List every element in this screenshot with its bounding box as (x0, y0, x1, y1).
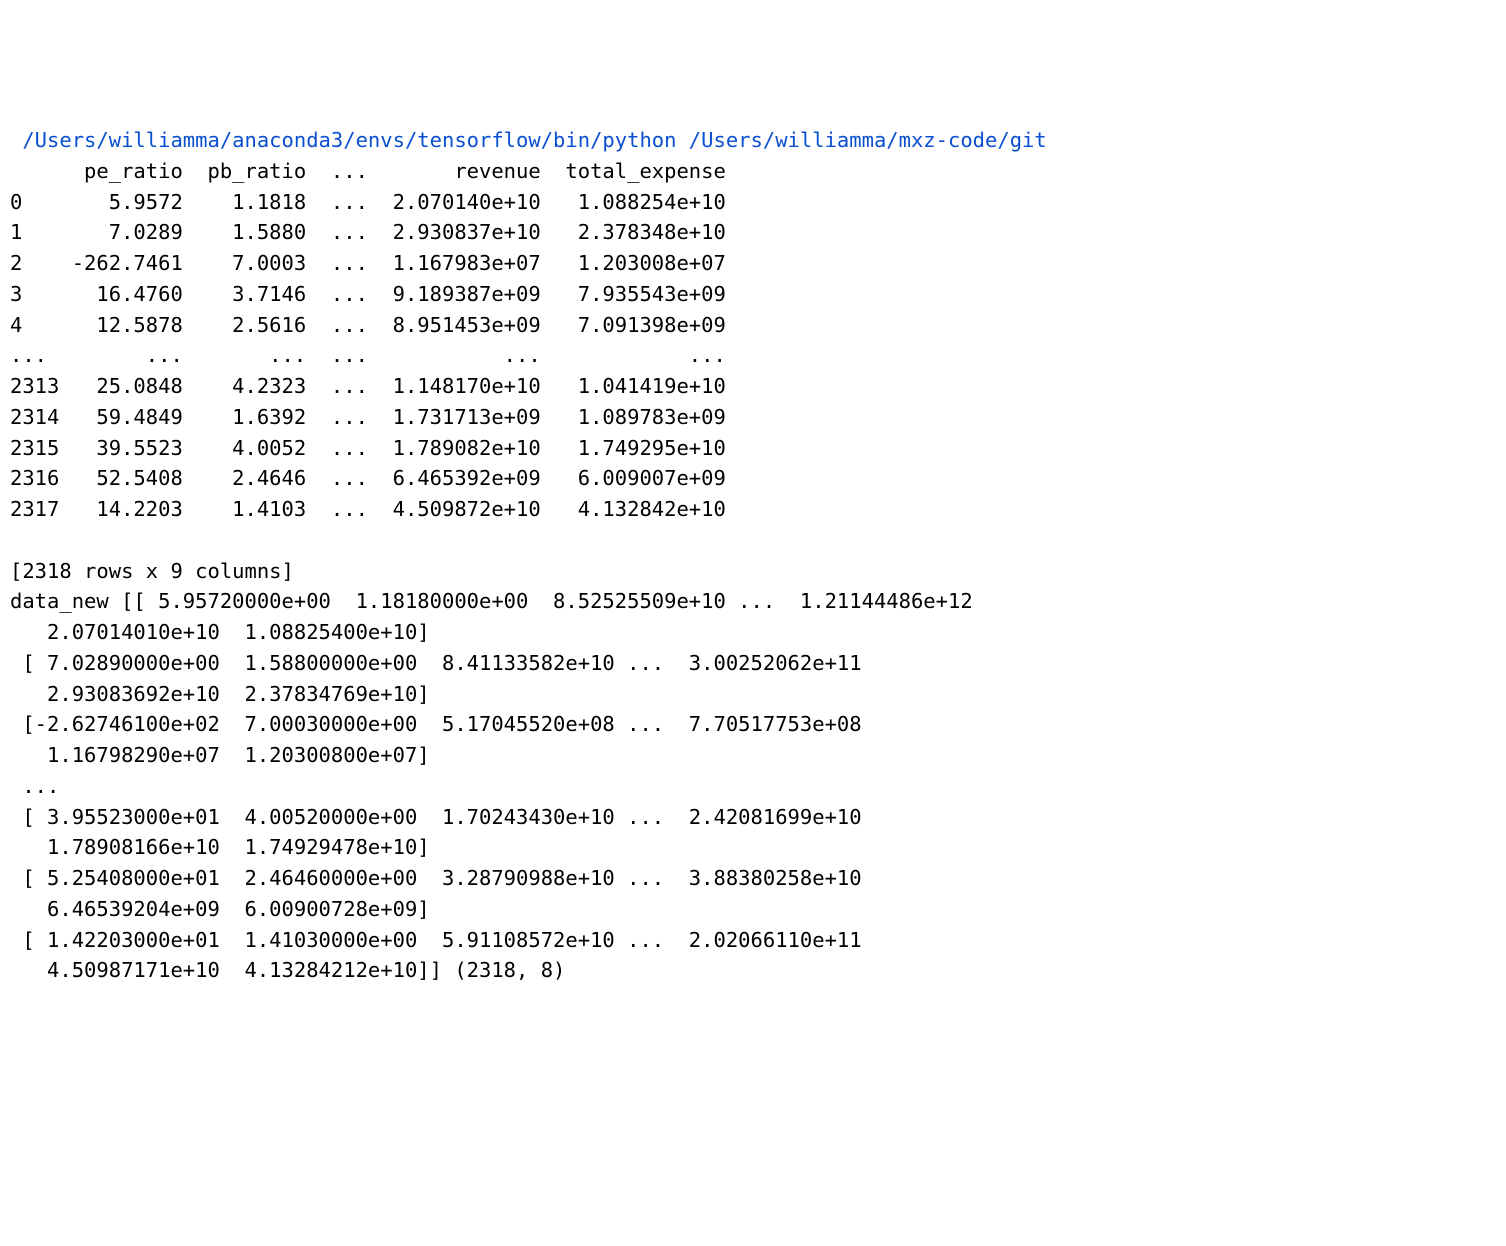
command-line: /Users/williamma/anaconda3/envs/tensorfl… (10, 128, 1047, 152)
array-line: 2.07014010e+10 1.08825400e+10] (10, 620, 430, 644)
dataframe-row: 2316 52.5408 2.4646 ... 6.465392e+09 6.0… (10, 466, 726, 490)
array-line: [ 7.02890000e+00 1.58800000e+00 8.411335… (10, 651, 862, 675)
array-line: 1.78908166e+10 1.74929478e+10] (10, 835, 430, 859)
dataframe-row: 1 7.0289 1.5880 ... 2.930837e+10 2.37834… (10, 220, 726, 244)
terminal-output: /Users/williamma/anaconda3/envs/tensorfl… (0, 123, 1506, 988)
dataframe-header: pe_ratio pb_ratio ... revenue total_expe… (10, 159, 726, 183)
array-line: [ 1.42203000e+01 1.41030000e+00 5.911085… (10, 928, 862, 952)
array-line: 1.16798290e+07 1.20300800e+07] (10, 743, 430, 767)
dataframe-row: 2315 39.5523 4.0052 ... 1.789082e+10 1.7… (10, 436, 726, 460)
array-line: [ 3.95523000e+01 4.00520000e+00 1.702434… (10, 805, 862, 829)
array-line: 2.93083692e+10 2.37834769e+10] (10, 682, 430, 706)
array-line: 4.50987171e+10 4.13284212e+10]] (2318, 8… (10, 958, 565, 982)
dataframe-row: 2 -262.7461 7.0003 ... 1.167983e+07 1.20… (10, 251, 726, 275)
array-line: [ 5.25408000e+01 2.46460000e+00 3.287909… (10, 866, 862, 890)
dataframe-row: 2314 59.4849 1.6392 ... 1.731713e+09 1.0… (10, 405, 726, 429)
dataframe-row: ... ... ... ... ... ... (10, 343, 726, 367)
array-line: data_new [[ 5.95720000e+00 1.18180000e+0… (10, 589, 973, 613)
dataframe-shape: [2318 rows x 9 columns] (10, 559, 294, 583)
dataframe-row: 2313 25.0848 4.2323 ... 1.148170e+10 1.0… (10, 374, 726, 398)
dataframe-row: 2317 14.2203 1.4103 ... 4.509872e+10 4.1… (10, 497, 726, 521)
array-line: 6.46539204e+09 6.00900728e+09] (10, 897, 430, 921)
dataframe-row: 0 5.9572 1.1818 ... 2.070140e+10 1.08825… (10, 190, 726, 214)
array-line: [-2.62746100e+02 7.00030000e+00 5.170455… (10, 712, 862, 736)
dataframe-row: 4 12.5878 2.5616 ... 8.951453e+09 7.0913… (10, 313, 726, 337)
dataframe-row: 3 16.4760 3.7146 ... 9.189387e+09 7.9355… (10, 282, 726, 306)
array-line: ... (10, 774, 59, 798)
